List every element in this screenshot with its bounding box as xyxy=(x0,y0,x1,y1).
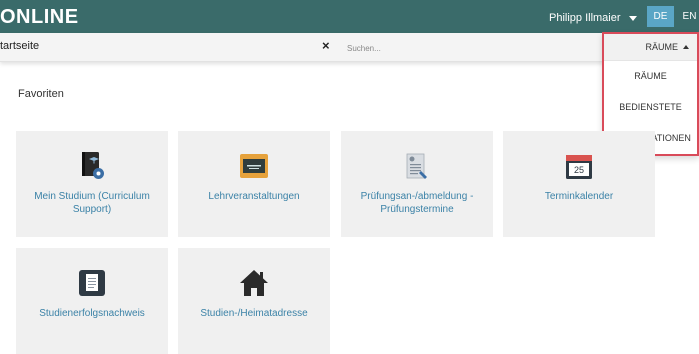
breadcrumb-search-bar: tartseite × xyxy=(0,33,699,62)
search-scope-selector[interactable]: RÄUME xyxy=(604,34,697,61)
chalkboard-icon xyxy=(240,154,268,178)
search-scope-selected: RÄUME xyxy=(645,42,678,52)
tile-label: Prüfungsan-/abmeldung - Prüfungstermine xyxy=(360,191,474,215)
tile-label: Lehrveranstaltungen xyxy=(208,191,300,202)
dropdown-item-raeume[interactable]: RÄUME xyxy=(604,61,697,92)
tile-label: Mein Studium (Curriculum Support) xyxy=(34,191,150,215)
breadcrumb[interactable]: tartseite xyxy=(0,40,39,52)
caret-down-icon xyxy=(628,15,637,21)
user-name: Philipp Illmaier xyxy=(549,12,621,24)
section-title: Favoriten xyxy=(18,88,64,100)
tile-pruefungsanmeldung[interactable]: Prüfungsan-/abmeldung - Prüfungstermine xyxy=(341,131,493,237)
search-input[interactable] xyxy=(345,37,604,59)
transcript-document-icon xyxy=(79,270,105,296)
top-bar: ONLINE Philipp Illmaier DE EN xyxy=(0,0,699,33)
tile-label: Terminkalender xyxy=(544,191,614,202)
language-en-button[interactable]: EN xyxy=(680,6,699,27)
brand-logo[interactable]: ONLINE xyxy=(0,6,79,29)
exam-document-icon xyxy=(406,153,427,179)
tile-studienerfolgsnachweis[interactable]: Studienerfolgsnachweis xyxy=(16,248,168,354)
calendar-icon: 25 xyxy=(566,155,592,179)
tile-mein-studium[interactable]: Mein Studium (Curriculum Support) xyxy=(16,131,168,237)
tile-studien-heimatadresse[interactable]: Studien-/Heimatadresse xyxy=(178,248,330,354)
dropdown-item-bedienstete[interactable]: BEDIENSTETE xyxy=(604,92,697,123)
user-menu[interactable]: Philipp Illmaier xyxy=(549,9,637,27)
tile-label: Studienerfolgsnachweis xyxy=(39,308,145,319)
tile-lehrveranstaltungen[interactable]: Lehrveranstaltungen xyxy=(178,131,330,237)
tile-terminkalender[interactable]: 25 Terminkalender xyxy=(503,131,655,237)
tile-label: Studien-/Heimatadresse xyxy=(200,308,308,319)
language-de-button[interactable]: DE xyxy=(647,6,674,27)
close-icon[interactable]: × xyxy=(322,38,330,53)
house-icon xyxy=(240,270,268,296)
book-gear-icon xyxy=(82,152,104,179)
calendar-day: 25 xyxy=(574,165,584,175)
caret-up-icon xyxy=(683,45,689,49)
